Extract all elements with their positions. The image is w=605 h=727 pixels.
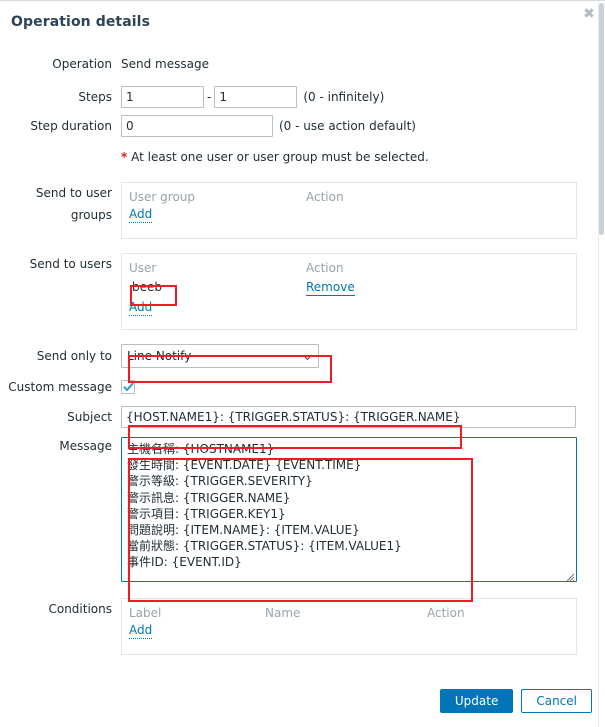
col-name: Name bbox=[265, 606, 301, 620]
close-icon[interactable]: ✖ bbox=[581, 6, 597, 22]
col-user: User bbox=[129, 261, 157, 275]
row-step-duration: Step duration (0 - use action default) bbox=[0, 115, 605, 137]
send-only-to-select-wrap: Line Notify bbox=[121, 344, 319, 368]
page-title: Operation details bbox=[11, 14, 151, 30]
remove-user-link[interactable]: Remove bbox=[306, 280, 355, 296]
conditions-table: Label Name Action Add bbox=[121, 598, 577, 655]
add-user-group-link[interactable]: Add bbox=[129, 207, 153, 223]
cancel-button[interactable]: Cancel bbox=[521, 689, 592, 713]
required-asterisk: * bbox=[121, 150, 128, 164]
col-label: Label bbox=[129, 606, 162, 620]
col-action: Action bbox=[427, 606, 465, 620]
send-to-users-label: Send to users bbox=[29, 257, 112, 271]
update-button[interactable]: Update bbox=[439, 689, 514, 713]
steps-to-input[interactable] bbox=[214, 86, 298, 108]
conditions-label: Conditions bbox=[48, 602, 112, 616]
user-groups-table: User group Action Add bbox=[121, 182, 577, 239]
scrollbar-track[interactable] bbox=[598, 1, 605, 727]
dialog-footer: Update Cancel bbox=[439, 689, 592, 713]
user-groups-header-row: User group Action bbox=[129, 188, 569, 207]
table-row: beeb Remove bbox=[129, 278, 569, 297]
required-note-text: At least one user or user group must be … bbox=[131, 150, 429, 164]
row-send-to-user-groups: Send to user groups User group Action Ad… bbox=[0, 182, 605, 239]
row-message: Message bbox=[0, 437, 605, 585]
required-note: * At least one user or user group must b… bbox=[121, 150, 429, 164]
steps-from-input[interactable] bbox=[121, 86, 204, 108]
step-duration-input[interactable] bbox=[121, 115, 273, 137]
message-textarea[interactable] bbox=[121, 437, 577, 582]
row-custom-message: Custom message bbox=[0, 380, 605, 394]
send-to-user-groups-label: Send to user groups bbox=[35, 186, 112, 222]
check-icon bbox=[123, 382, 134, 392]
row-required-note: * At least one user or user group must b… bbox=[0, 149, 605, 165]
row-send-to-users: Send to users User Action beeb Remove Ad… bbox=[0, 253, 605, 330]
users-header-row: User Action bbox=[129, 259, 569, 278]
col-action: Action bbox=[306, 190, 344, 204]
dialog-header: Operation details ✖ bbox=[0, 1, 605, 43]
scrollbar-thumb[interactable] bbox=[599, 3, 604, 235]
col-user-group: User group bbox=[129, 190, 196, 204]
user-name: beeb bbox=[132, 280, 162, 294]
send-only-to-label: Send only to bbox=[36, 349, 112, 363]
steps-hint: (0 - infinitely) bbox=[303, 90, 385, 104]
conditions-header-row: Label Name Action bbox=[129, 604, 569, 623]
steps-label: Steps bbox=[78, 90, 112, 104]
custom-message-checkbox[interactable] bbox=[121, 380, 135, 394]
users-table: User Action beeb Remove Add bbox=[121, 253, 577, 330]
operation-value: Send message bbox=[121, 57, 209, 71]
row-conditions: Conditions Label Name Action Add bbox=[0, 598, 605, 655]
steps-separator: - bbox=[207, 90, 212, 104]
user-name-cell: beeb bbox=[129, 278, 306, 297]
col-action: Action bbox=[306, 261, 344, 275]
message-textarea-wrap bbox=[121, 437, 577, 585]
message-label: Message bbox=[59, 439, 112, 453]
row-send-only-to: Send only to Line Notify bbox=[0, 344, 605, 368]
step-duration-label: Step duration bbox=[30, 119, 112, 133]
row-operation: Operation Send message bbox=[0, 56, 605, 72]
operation-details-dialog: Operation details ✖ Operation Send messa… bbox=[0, 0, 605, 727]
send-only-to-select[interactable]: Line Notify bbox=[121, 344, 319, 368]
row-subject: Subject bbox=[0, 406, 605, 428]
row-steps: Steps - (0 - infinitely) bbox=[0, 86, 605, 108]
subject-label: Subject bbox=[67, 410, 112, 424]
subject-input[interactable] bbox=[121, 406, 576, 428]
operation-label: Operation bbox=[52, 57, 112, 71]
add-condition-link[interactable]: Add bbox=[129, 623, 153, 639]
custom-message-label: Custom message bbox=[8, 380, 112, 394]
add-user-link[interactable]: Add bbox=[129, 300, 153, 316]
step-duration-hint: (0 - use action default) bbox=[279, 119, 416, 133]
